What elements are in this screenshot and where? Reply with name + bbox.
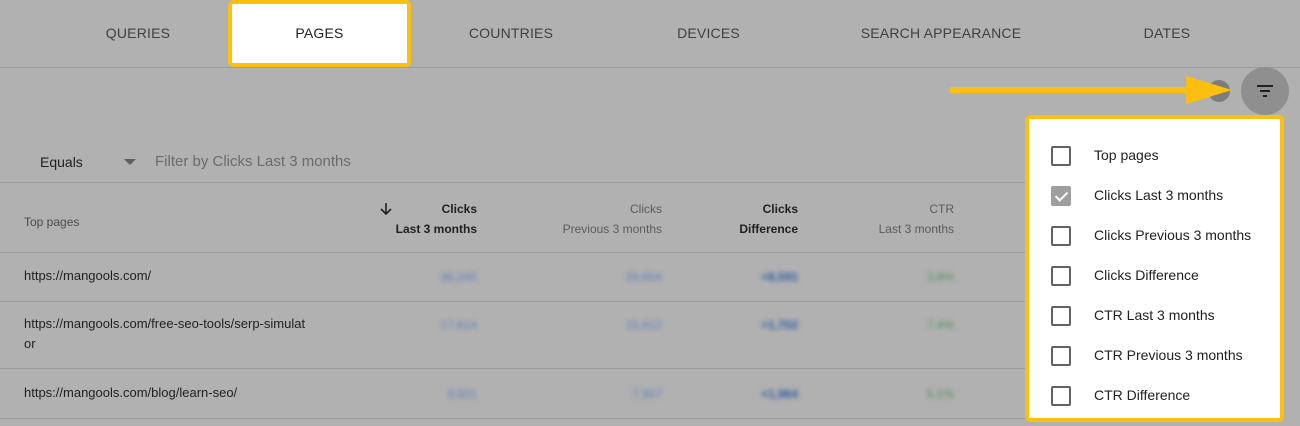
checkbox[interactable] bbox=[1051, 306, 1071, 326]
checkbox[interactable] bbox=[1051, 266, 1071, 286]
filter-rows-button[interactable] bbox=[1241, 67, 1289, 115]
table-cell: +1,964 bbox=[760, 387, 798, 401]
column-header-top-pages[interactable]: Top pages bbox=[24, 215, 79, 229]
filter-operator-select[interactable]: Equals bbox=[40, 154, 83, 170]
filter-row: Equals Filter by Clicks Last 3 months bbox=[0, 140, 1030, 183]
column-header-line1: Clicks bbox=[441, 202, 477, 216]
tab-search-appearance[interactable]: SEARCH APPEARANCE bbox=[831, 0, 1051, 67]
option-label: Top pages bbox=[1094, 147, 1159, 163]
arrow-right-icon bbox=[950, 74, 1235, 113]
checkbox[interactable] bbox=[1051, 186, 1071, 206]
table-cell: +1,702 bbox=[760, 318, 798, 332]
tab-devices[interactable]: DEVICES bbox=[611, 0, 806, 67]
table-cell: 5.1% bbox=[926, 387, 954, 401]
column-header-line1: CTR bbox=[929, 202, 954, 216]
column-header-clicks-difference[interactable]: Clicks Difference bbox=[678, 199, 798, 239]
filter-value-input[interactable]: Filter by Clicks Last 3 months bbox=[155, 153, 351, 170]
table-row[interactable]: https://mangools.com/ 38,245 29,654 +8,5… bbox=[0, 253, 1030, 302]
checkbox[interactable] bbox=[1051, 146, 1071, 166]
column-header-ctr-last[interactable]: CTR Last 3 months bbox=[834, 199, 954, 239]
column-header-line2: Last 3 months bbox=[395, 222, 477, 236]
column-header-line2: Difference bbox=[739, 222, 798, 236]
column-header-clicks-last[interactable]: Clicks Last 3 months bbox=[357, 199, 477, 239]
tab-pages[interactable]: PAGES bbox=[228, 0, 411, 67]
table-row[interactable]: https://mangools.com/free-seo-tools/serp… bbox=[0, 302, 1030, 369]
table-cell: 7,957 bbox=[631, 387, 662, 401]
option-label: Clicks Last 3 months bbox=[1094, 187, 1224, 203]
tab-countries[interactable]: COUNTRIES bbox=[411, 0, 611, 67]
row-url[interactable]: https://mangools.com/blog/learn-seo/ bbox=[24, 383, 324, 403]
row-url-line2: or bbox=[24, 336, 36, 351]
table-cell: 29,654 bbox=[625, 270, 662, 284]
row-url-line1: https://mangools.com/free-seo-tools/serp… bbox=[24, 316, 306, 331]
column-header-line1: Clicks bbox=[630, 202, 662, 216]
option-label: CTR Previous 3 months bbox=[1094, 347, 1243, 363]
tab-queries[interactable]: QUERIES bbox=[48, 0, 228, 67]
checkbox[interactable] bbox=[1051, 226, 1071, 246]
table-cell: 9,921 bbox=[446, 387, 477, 401]
table-row[interactable]: https://mangools.com/blog/learn-seo/ 9,9… bbox=[0, 369, 1030, 419]
table-cell: +8,591 bbox=[760, 270, 798, 284]
table-cell: 17,614 bbox=[440, 318, 477, 332]
table-header: Top pages Clicks Last 3 months Clicks Pr… bbox=[0, 183, 1030, 253]
table-cell: 15,912 bbox=[625, 318, 662, 332]
chevron-down-icon[interactable] bbox=[124, 159, 136, 165]
table-cell: 38,245 bbox=[440, 270, 477, 284]
row-url-line1: https://mangools.com/ bbox=[24, 268, 152, 283]
option-label: Clicks Difference bbox=[1094, 267, 1199, 283]
tab-bar: QUERIES PAGES COUNTRIES DEVICES SEARCH A… bbox=[0, 0, 1300, 68]
column-header-line2: Last 3 months bbox=[878, 222, 954, 236]
column-header-clicks-previous[interactable]: Clicks Previous 3 months bbox=[522, 199, 662, 239]
checkbox[interactable] bbox=[1051, 386, 1071, 406]
row-url[interactable]: https://mangools.com/ bbox=[24, 266, 324, 286]
table-cell: 7.4% bbox=[926, 318, 954, 332]
column-options-menu: Top pages Clicks Last 3 months Clicks Pr… bbox=[1025, 115, 1284, 422]
tab-dates[interactable]: DATES bbox=[1077, 0, 1257, 67]
option-label: CTR Difference bbox=[1094, 387, 1191, 403]
row-url-line1: https://mangools.com/blog/learn-seo/ bbox=[24, 385, 238, 400]
column-header-line2: Previous 3 months bbox=[562, 222, 662, 236]
column-header-line1: Clicks bbox=[762, 202, 798, 216]
row-url[interactable]: https://mangools.com/free-seo-tools/serp… bbox=[24, 314, 324, 354]
checkbox[interactable] bbox=[1051, 346, 1071, 366]
option-label: Clicks Previous 3 months bbox=[1094, 227, 1252, 243]
table-cell: 3.8% bbox=[926, 270, 954, 284]
option-label: CTR Last 3 months bbox=[1094, 307, 1215, 323]
